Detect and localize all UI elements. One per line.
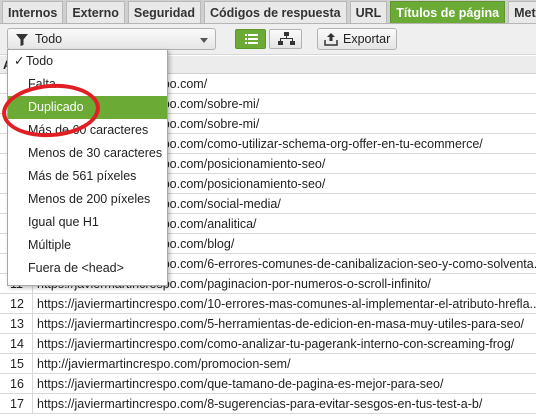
filter-value: Todo — [35, 32, 63, 46]
filter-select[interactable]: Todo — [7, 28, 216, 50]
filter-option-label: Múltiple — [28, 238, 72, 252]
list-view-icon — [245, 34, 258, 44]
export-label: Exportar — [343, 32, 391, 46]
row-number: 17 — [0, 394, 33, 413]
filter-option-label: Todo — [26, 54, 54, 68]
row-number: 14 — [0, 334, 33, 353]
row-number: 15 — [0, 354, 33, 373]
tree-view-icon — [278, 32, 295, 45]
filter-dropdown-menu: ✓ Todo Falta Duplicado Más de 60 caracteres M… — [7, 49, 168, 286]
tab-externo[interactable]: Externo — [66, 1, 125, 23]
row-address: http://javiermartincrespo.com/promocion-… — [37, 357, 291, 371]
row-number: 13 — [0, 314, 33, 333]
filter-option[interactable]: Igual que H1 — [8, 211, 167, 234]
filter-option[interactable]: Múltiple — [8, 234, 167, 257]
table-row[interactable]: 12 https://javiermartincrespo.com/10-erro… — [0, 294, 536, 314]
filter-option-label: Fuera de <head> — [28, 261, 124, 275]
tab-titulos-de-pagina[interactable]: Títulos de página — [390, 1, 506, 23]
tab-codigos-de-respuesta[interactable]: Códigos de respuesta — [203, 1, 347, 23]
filter-option-label: Menos de 200 píxeles — [28, 192, 151, 206]
checkmark-icon: ✓ — [14, 54, 25, 68]
filter-option[interactable]: Menos de 200 píxeles — [8, 188, 167, 211]
export-button[interactable]: Exportar — [317, 28, 397, 50]
tree-view-button[interactable] — [269, 29, 302, 49]
list-view-button[interactable] — [235, 29, 266, 49]
tab-meta-description[interactable]: Meta descript — [508, 1, 536, 23]
row-address: https://javiermartincrespo.com/que-taman… — [37, 377, 444, 391]
table-row[interactable]: 17 https://javiermartincrespo.com/8-suger… — [0, 394, 536, 414]
table-row[interactable]: 16 https://javiermartincrespo.com/que-tam… — [0, 374, 536, 394]
filter-option[interactable]: Más de 561 píxeles — [8, 165, 167, 188]
row-address: https://javiermartincrespo.com/10-errore… — [37, 297, 536, 311]
tab-bar: Internos Externo Seguridad Códigos de respu… — [0, 0, 536, 24]
filter-option[interactable]: Fuera de <head> — [8, 257, 167, 280]
row-number: 12 — [0, 294, 33, 313]
filter-option-label: Igual que H1 — [28, 215, 99, 229]
export-icon — [324, 33, 338, 46]
tab-url[interactable]: URL — [349, 1, 388, 23]
table-row[interactable]: 15 http://javiermartincrespo.com/promocio… — [0, 354, 536, 374]
row-address: https://javiermartincrespo.com/8-sugeren… — [37, 397, 483, 411]
table-row[interactable]: 14 https://javiermartincrespo.com/como-an… — [0, 334, 536, 354]
filter-option-label: Más de 561 píxeles — [28, 169, 137, 183]
chevron-down-icon — [200, 38, 208, 43]
filter-option[interactable]: Menos de 30 caracteres — [8, 142, 167, 165]
row-address: https://javiermartincrespo.com/como-anal… — [37, 337, 515, 351]
tab-seguridad[interactable]: Seguridad — [127, 1, 201, 23]
filter-option[interactable]: ✓ Todo — [8, 50, 167, 73]
filter-option-label: Menos de 30 caracteres — [28, 146, 163, 160]
filter-icon — [16, 34, 28, 46]
table-row[interactable]: 13 https://javiermartincrespo.com/5-herra… — [0, 314, 536, 334]
tab-internos[interactable]: Internos — [2, 1, 64, 23]
row-number: 16 — [0, 374, 33, 393]
row-address: https://javiermartincrespo.com/5-herrami… — [37, 317, 524, 331]
